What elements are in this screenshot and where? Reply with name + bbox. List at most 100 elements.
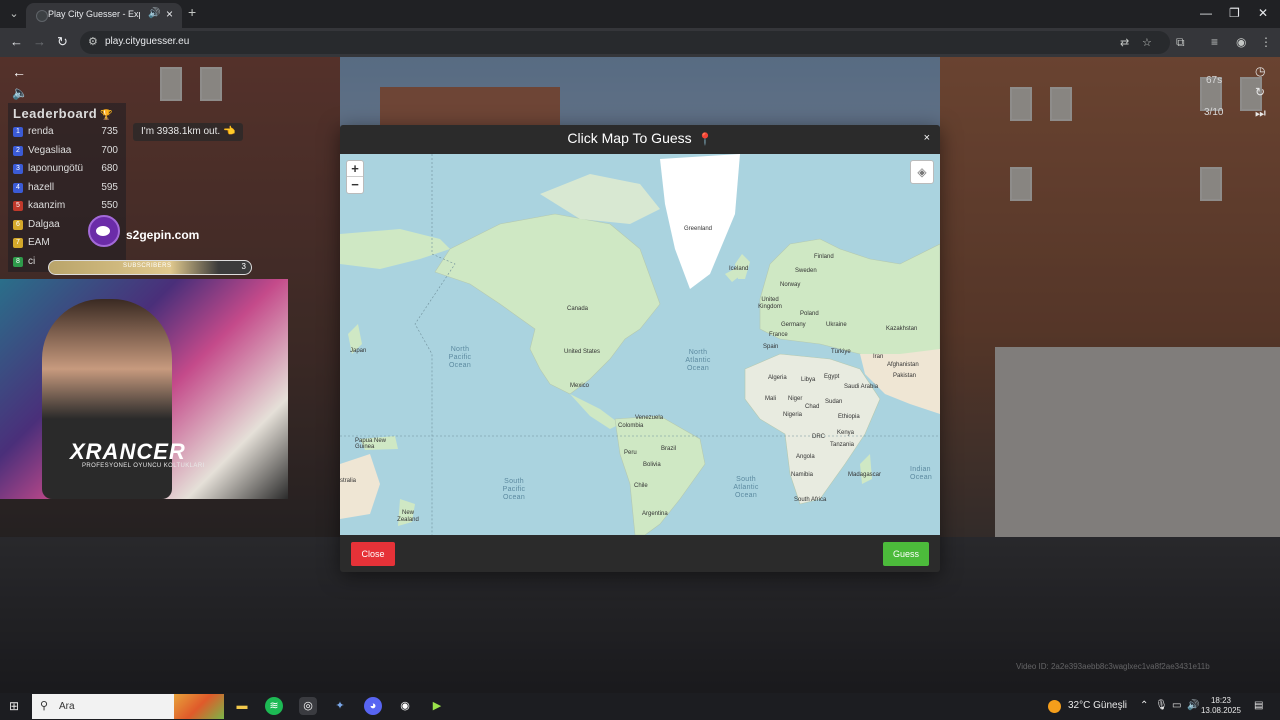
map-label: Germany — [781, 322, 806, 328]
close-button[interactable]: Close — [351, 542, 395, 566]
profile-icon[interactable]: ◉ — [1236, 35, 1246, 49]
address-bar[interactable]: ⚙ play.cityguesser.eu ⇄ ☆ — [80, 31, 1170, 54]
tab-list-icon[interactable]: ≡ — [1211, 35, 1218, 49]
timer: 67s — [1206, 75, 1223, 86]
map-label: Madagascar — [848, 472, 882, 478]
notifications-icon[interactable]: ▤ — [1254, 700, 1263, 711]
world-map[interactable]: + − ◈ Greenland Iceland Sweden Finland N… — [340, 154, 940, 535]
site-info-icon[interactable]: ⚙ — [88, 35, 98, 48]
player-score: 550 — [101, 200, 118, 211]
player-score: 700 — [101, 144, 118, 156]
volume-icon[interactable]: 🔊 — [1187, 700, 1199, 711]
search-placeholder: Ara — [59, 701, 75, 712]
tab-close-icon[interactable]: × — [166, 7, 173, 21]
zoom-control: + − — [346, 160, 364, 194]
app-icon[interactable]: ▶ — [428, 697, 446, 715]
clock[interactable]: 18:23 13.08.2025 — [1200, 696, 1242, 716]
map-label: Algeria — [768, 375, 787, 381]
map-label: Pakistan — [893, 373, 917, 379]
player-name: Vegasliaa — [28, 144, 72, 156]
map-label: Poland — [800, 311, 819, 317]
map-label: New Zealand — [397, 510, 419, 523]
player-score: 680 — [101, 163, 118, 174]
clock-icon: ◷ — [1255, 64, 1266, 78]
map-label: Angola — [796, 454, 815, 460]
rank-badge: 4 — [13, 182, 23, 193]
restart-icon[interactable]: ↻ — [1255, 85, 1265, 99]
map-label: France — [769, 332, 788, 338]
player-name: ci — [28, 255, 36, 267]
map-label: Mexico — [570, 383, 590, 389]
network-icon[interactable]: ▭ — [1172, 700, 1181, 711]
streamer — [42, 299, 172, 499]
map-label: Spain — [763, 344, 779, 350]
map-label: Kenya — [837, 430, 855, 436]
map-label: Chile — [634, 483, 648, 489]
chrome-icon[interactable]: ◎ — [299, 697, 317, 715]
zoom-in-button[interactable]: + — [347, 161, 363, 177]
layers-icon[interactable]: ◈ — [910, 160, 934, 184]
back-arrow-icon[interactable]: ← — [12, 64, 26, 80]
map-label: DRC — [812, 434, 825, 440]
discord-icon[interactable]: ◕ — [364, 697, 382, 715]
new-tab-icon[interactable]: + — [188, 4, 196, 20]
microphone-icon[interactable]: 🎙 — [1155, 700, 1168, 711]
promo-logo — [88, 215, 120, 247]
ocean-label: South Atlantic Ocean — [733, 476, 759, 499]
back-icon[interactable]: ← — [10, 34, 23, 49]
map-label: Niger — [788, 396, 803, 402]
subscriber-label: SUBSCRIBERS — [123, 263, 172, 269]
minimize-icon[interactable]: — — [1200, 6, 1212, 20]
ocean-label: North Pacific Ocean — [448, 346, 472, 369]
map-label: Norway — [780, 282, 801, 288]
map-label: Egypt — [824, 374, 840, 380]
sound-icon[interactable]: 🔈 — [12, 85, 28, 101]
map-label: Sudan — [825, 399, 843, 405]
obs-icon[interactable]: ◉ — [396, 697, 414, 715]
zoom-out-button[interactable]: − — [347, 177, 363, 193]
weather-text[interactable]: 32°C Güneşli — [1068, 700, 1127, 711]
map-label: Iceland — [729, 266, 749, 272]
window-close-icon[interactable]: ✕ — [1258, 6, 1268, 20]
app-icon[interactable]: ✦ — [331, 697, 349, 715]
sponsor-logo: XRANCER PROFESYONEL OYUNCU KOLTUKLARI — [70, 439, 225, 469]
map-label: United Kingdom — [758, 297, 782, 310]
modal-close-icon[interactable]: × — [924, 132, 930, 144]
map-label: Canada — [567, 306, 589, 312]
ocean-label: North Atlantic Ocean — [685, 349, 711, 372]
game-viewport[interactable]: ← 🔈 Leaderboard 🏆 1 renda 735 2 Vegasliaa 700 3… — [0, 57, 1280, 693]
forward-icon[interactable]: → — [33, 34, 46, 49]
extensions-icon[interactable]: ⧉ — [1176, 35, 1185, 50]
sponsor-name: XRANCER — [70, 439, 186, 464]
spotify-icon[interactable]: ≋ — [265, 697, 283, 715]
favicon-icon — [36, 10, 48, 22]
reload-icon[interactable]: ↻ — [57, 34, 68, 50]
skip-icon[interactable]: ⏭ — [1255, 106, 1266, 121]
rank-badge: 3 — [13, 164, 23, 174]
bookmark-star-icon[interactable]: ☆ — [1142, 36, 1152, 49]
translate-icon[interactable]: ⇄ — [1120, 36, 1129, 49]
tab-audio-icon[interactable]: 🔊 — [148, 8, 160, 19]
browser-tab[interactable]: Play City Guesser - Explore 🔊 × — [26, 3, 182, 28]
guess-modal: Click Map To Guess 📍 × + − ◈ Greenland I… — [340, 125, 940, 572]
rank-badge: 2 — [13, 145, 23, 156]
map-label: Brazil — [661, 446, 677, 452]
map-label: Papua New Guinea — [355, 438, 387, 450]
taskbar-search[interactable]: ⚲ Ara — [32, 694, 224, 719]
player-name: EAM — [28, 237, 50, 248]
map-label: Libya — [801, 377, 816, 383]
restore-icon[interactable]: ❐ — [1229, 6, 1240, 20]
leaderboard-row: 2 Vegasliaa 700 — [8, 143, 126, 162]
player-name: hazell — [28, 181, 55, 193]
tab-search-icon[interactable]: ⌄ — [6, 6, 22, 22]
map-label: Iran — [873, 354, 884, 360]
sponsor-tagline: PROFESYONEL OYUNCU KOLTUKLARI — [82, 463, 205, 469]
file-explorer-icon[interactable]: ▬ — [233, 697, 251, 715]
menu-icon[interactable]: ⋮ — [1260, 35, 1272, 49]
tray-chevron-icon[interactable]: ⌃ — [1140, 700, 1148, 711]
map-label: Finland — [814, 254, 834, 260]
guess-button[interactable]: Guess — [883, 542, 929, 566]
map-label: Mali — [765, 396, 777, 402]
windows-start-icon[interactable]: ⊞ — [9, 699, 19, 713]
map-pin-icon: 📍 — [697, 132, 713, 146]
